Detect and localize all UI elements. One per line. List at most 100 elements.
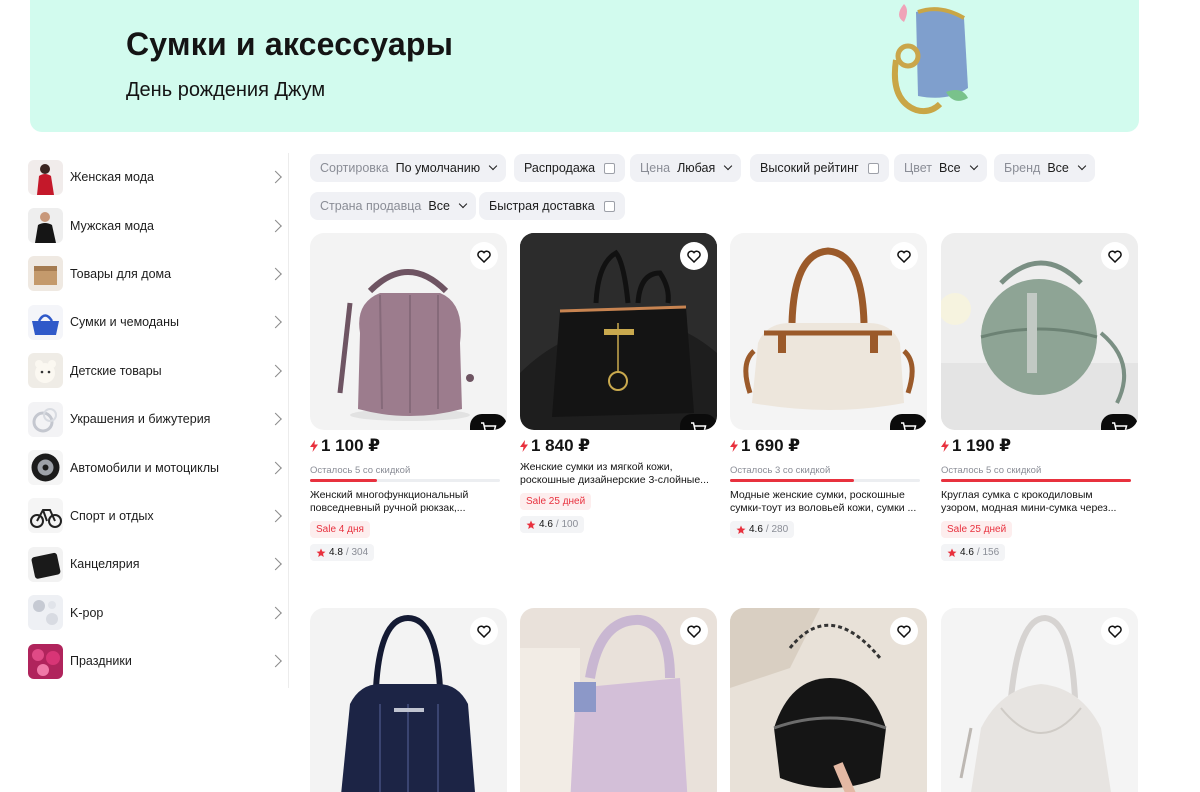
review-count: / 100 [555,519,579,530]
lightning-icon [520,440,528,452]
add-to-favorites-button[interactable] [890,617,918,645]
heart-icon [687,625,701,638]
add-to-favorites-button[interactable] [470,617,498,645]
rating-badge: 4.6 / 156 [941,544,1006,561]
page-title: Сумки и аксессуары [126,26,454,62]
product-name[interactable]: Женские сумки из мягкой кожи, роскошные … [520,461,710,487]
sidebar-item-label: Сумки и чемоданы [70,315,179,330]
sport-thumb [28,498,63,534]
rating-badge: 4.6 / 280 [730,521,795,538]
stock-progress-bar [941,479,1131,482]
sidebar-item-stationery[interactable]: Канцелярия [28,540,290,588]
sidebar-item-bags[interactable]: Сумки и чемоданы [28,298,290,346]
product-name[interactable]: Круглая сумка с крокодиловым узором, мод… [941,489,1131,515]
sort-dropdown[interactable]: Сортировка По умолчанию [310,154,507,182]
sidebar-item-jewelry[interactable]: Украшения и бижутерия [28,395,290,443]
sale-badge: Sale 25 дней [941,521,1013,538]
sidebar-item-auto[interactable]: Автомобили и мотоциклы [28,443,290,491]
product-card[interactable] [730,608,927,792]
product-image[interactable] [520,608,717,792]
lightning-icon [310,440,318,452]
product-image[interactable] [730,233,927,430]
add-to-favorites-button[interactable] [1101,242,1129,270]
chevron-down-icon [1077,161,1087,171]
sale-filter-label: Распродажа [524,161,596,175]
add-to-favorites-button[interactable] [680,242,708,270]
product-card[interactable] [941,608,1138,792]
jewelry-thumb [28,401,63,437]
chevron-right-icon [269,412,282,426]
add-to-favorites-button[interactable] [890,242,918,270]
product-image[interactable] [520,233,717,430]
product-name[interactable]: Модные женские сумки, роскошные сумки-то… [730,489,920,515]
bags-thumb [28,304,63,340]
chevron-right-icon [269,364,282,378]
chevron-down-icon [723,161,733,171]
rating-value: 4.8 [329,547,343,558]
price-dropdown[interactable]: Цена Любая [630,154,742,182]
sidebar-item-home-goods[interactable]: Товары для дома [28,250,290,298]
chevron-right-icon [269,170,282,184]
stock-progress-fill [730,479,854,482]
product-name[interactable]: Женский многофункциональный повседневный… [310,489,500,515]
add-to-cart-button[interactable] [680,414,717,430]
add-to-favorites-button[interactable] [680,617,708,645]
add-to-cart-button[interactable] [890,414,927,430]
promo-banner: Сумки и аксессуары День рождения Джум [30,0,1139,132]
cart-icon [481,421,497,430]
fast-delivery-label: Быстрая доставка [489,199,595,213]
heart-icon [897,250,911,263]
product-card[interactable]: 1 190 ₽ Осталось 5 со скидкой Круглая су… [941,233,1138,563]
chevron-right-icon [269,315,282,329]
seller-country-dropdown[interactable]: Страна продавца Все [310,192,476,220]
add-to-cart-button[interactable] [470,414,507,430]
cart-icon [1112,421,1128,430]
rating-value: 4.6 [960,547,974,558]
fast-delivery-checkbox[interactable] [603,200,615,212]
sidebar-item-kids[interactable]: Детские товары [28,347,290,395]
product-price: 1 100 ₽ [321,436,381,455]
add-to-favorites-button[interactable] [470,242,498,270]
product-card[interactable] [310,608,507,792]
color-dropdown[interactable]: Цвет Все [894,154,987,182]
product-card[interactable]: 1 690 ₽ Осталось 3 со скидкой Модные жен… [730,233,927,540]
chevron-right-icon [269,606,282,620]
stock-progress-bar [310,479,500,482]
product-image[interactable] [941,233,1138,430]
product-price: 1 690 ₽ [741,436,801,455]
sidebar-item-holidays[interactable]: Праздники [28,637,290,685]
color-value: Все [939,161,961,175]
sidebar-item-kpop[interactable]: K-pop [28,589,290,637]
fast-delivery-filter[interactable]: Быстрая доставка [479,192,625,220]
high-rating-checkbox[interactable] [867,162,879,174]
heart-icon [897,625,911,638]
page-subtitle: День рождения Джум [126,79,326,101]
sidebar-item-womens-fashion[interactable]: Женская мода [28,153,290,201]
sidebar-item-label: K-pop [70,605,104,620]
add-to-favorites-button[interactable] [1101,617,1129,645]
womens-fashion-thumb [28,159,63,195]
product-image[interactable] [310,608,507,792]
chevron-right-icon [269,654,282,668]
chevron-right-icon [269,219,282,232]
stock-note: Осталось 3 со скидкой [730,465,831,476]
mens-fashion-thumb [28,208,63,244]
sidebar-item-label: Канцелярия [70,557,140,572]
stock-progress-fill [310,479,377,482]
sale-filter[interactable]: Распродажа [514,154,626,182]
product-card[interactable] [520,608,717,792]
product-card[interactable]: 1 100 ₽ Осталось 5 со скидкой Женский мн… [310,233,507,563]
product-image[interactable] [730,608,927,792]
brand-dropdown[interactable]: Бренд Все [994,154,1095,182]
holidays-thumb [28,643,63,679]
sidebar-item-sport[interactable]: Спорт и отдых [28,492,290,540]
product-card[interactable]: 1 840 ₽ Женские сумки из мягкой кожи, ро… [520,233,717,535]
sidebar-item-mens-fashion[interactable]: Мужская мода [28,201,290,249]
product-image[interactable] [941,608,1138,792]
add-to-cart-button[interactable] [1101,414,1138,430]
sidebar-item-label: Мужская мода [70,218,155,233]
chevron-right-icon [269,509,282,523]
sale-checkbox[interactable] [604,162,616,174]
high-rating-filter[interactable]: Высокий рейтинг [750,154,889,182]
product-image[interactable] [310,233,507,430]
